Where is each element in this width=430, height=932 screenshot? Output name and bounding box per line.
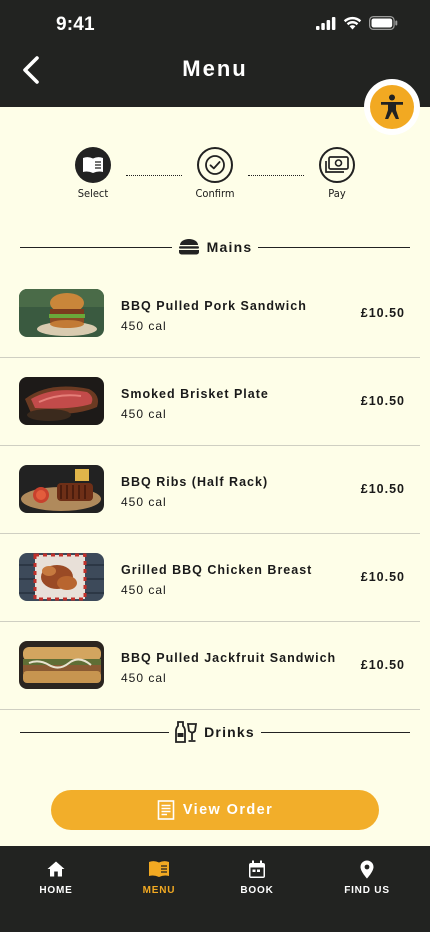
burger-icon — [178, 239, 199, 255]
section-header-mains: Mains — [20, 237, 410, 257]
item-price: £10.50 — [360, 482, 405, 496]
menu-book-icon — [75, 147, 111, 183]
page-title: Menu — [182, 56, 248, 81]
item-image-brisket — [19, 377, 104, 425]
nav-item-home[interactable]: HOME — [16, 858, 96, 896]
divider-line — [20, 246, 172, 248]
item-calories: 450 cal — [121, 407, 167, 421]
step-connector — [248, 175, 304, 176]
step-select[interactable]: Select — [63, 147, 123, 200]
cash-icon — [319, 147, 355, 183]
menu-item[interactable]: Smoked Brisket Plate 450 cal £10.50 — [0, 357, 420, 446]
home-icon — [47, 861, 65, 877]
order-progress-steps: Select Confirm Pay — [0, 147, 430, 207]
step-pay-label: Pay — [328, 187, 346, 200]
menu-item[interactable]: BBQ Pulled Pork Sandwich 450 cal £10.50 — [0, 269, 420, 358]
nav-item-find-us[interactable]: FIND US — [327, 858, 407, 896]
item-image-jackfruit — [19, 641, 104, 689]
step-pay[interactable]: Pay — [307, 147, 367, 200]
item-image-chicken — [19, 553, 104, 601]
view-order-button[interactable]: View Order — [51, 790, 379, 830]
menu-item[interactable]: BBQ Pulled Jackfruit Sandwich 450 cal £1… — [0, 621, 420, 710]
battery-icon — [369, 16, 398, 30]
view-order-label: View Order — [182, 802, 274, 818]
item-name: BBQ Ribs (Half Rack) — [121, 475, 269, 489]
item-image-pulled-pork — [19, 289, 104, 337]
status-time: 9:41 — [56, 14, 95, 35]
item-calories: 450 cal — [121, 319, 167, 333]
section-title-mains: Mains — [206, 239, 253, 255]
item-price: £10.50 — [360, 306, 405, 320]
bottom-nav: HOME MENU BOOK FIND US — [0, 846, 430, 932]
accessibility-icon — [370, 85, 414, 129]
section-title-drinks: Drinks — [204, 724, 255, 740]
location-pin-icon — [360, 860, 374, 878]
divider-line — [260, 731, 410, 733]
item-price: £10.50 — [360, 394, 405, 408]
drinks-icon — [175, 721, 198, 743]
receipt-icon — [157, 800, 175, 820]
step-connector — [126, 175, 182, 176]
nav-label-book: BOOK — [240, 885, 274, 896]
item-calories: 450 cal — [121, 495, 167, 509]
menu-item[interactable]: BBQ Ribs (Half Rack) 450 cal £10.50 — [0, 445, 420, 534]
item-name: BBQ Pulled Jackfruit Sandwich — [121, 651, 337, 665]
item-name: BBQ Pulled Pork Sandwich — [121, 299, 307, 313]
wifi-icon — [343, 16, 362, 30]
nav-item-menu[interactable]: MENU — [119, 858, 199, 896]
item-calories: 450 cal — [121, 583, 167, 597]
item-price: £10.50 — [360, 570, 405, 584]
step-select-label: Select — [77, 187, 109, 200]
divider-line — [20, 731, 170, 733]
nav-item-book[interactable]: BOOK — [217, 858, 297, 896]
divider-line — [258, 246, 410, 248]
top-bar: 9:41 Menu — [0, 0, 430, 107]
signal-icon — [316, 16, 336, 30]
nav-label-find-us: FIND US — [344, 885, 390, 896]
item-calories: 450 cal — [121, 671, 167, 685]
nav-label-menu: MENU — [142, 885, 176, 896]
step-confirm[interactable]: Confirm — [185, 147, 245, 200]
check-circle-icon — [197, 147, 233, 183]
accessibility-button[interactable] — [364, 79, 420, 135]
item-image-ribs — [19, 465, 104, 513]
item-name: Smoked Brisket Plate — [121, 387, 269, 401]
calendar-icon — [249, 860, 265, 878]
menu-item[interactable]: Grilled BBQ Chicken Breast 450 cal £10.5… — [0, 533, 420, 622]
section-header-drinks: Drinks — [20, 721, 410, 743]
menu-book-icon — [149, 861, 169, 877]
nav-label-home: HOME — [39, 885, 73, 896]
item-name: Grilled BBQ Chicken Breast — [121, 563, 313, 577]
step-confirm-label: Confirm — [195, 187, 235, 200]
status-icons — [316, 16, 398, 30]
item-price: £10.50 — [360, 658, 405, 672]
